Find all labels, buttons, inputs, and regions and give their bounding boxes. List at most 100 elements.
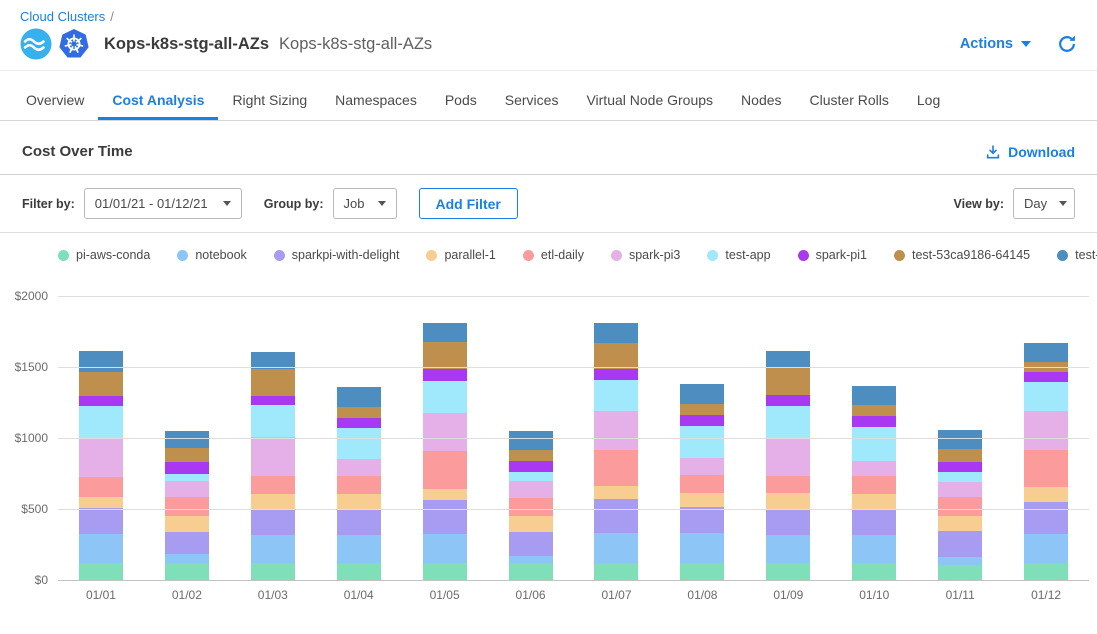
bar-segment-parallel-1[interactable] [766,493,810,510]
bar-segment-test-53ca9186-64145[interactable] [938,449,982,462]
legend-item-test-53ca9186-64145[interactable]: test-53ca9186-64145 [894,248,1030,262]
bar-segment-sparkpi-with-delight[interactable] [79,508,123,534]
bar-segment-test-pkix[interactable] [337,387,381,408]
stacked-bar-01-01[interactable] [79,351,123,581]
bar-segment-test-pkix[interactable] [680,384,724,403]
bar-segment-notebook[interactable] [594,533,638,562]
bar-segment-sparkpi-with-delight[interactable] [337,509,381,535]
bar-segment-parallel-1[interactable] [852,494,896,510]
bar-segment-notebook[interactable] [1024,534,1068,562]
bar-segment-test-pkix[interactable] [1024,343,1068,363]
bar-segment-parallel-1[interactable] [337,494,381,509]
bar-segment-pi-aws-conda[interactable] [1024,563,1068,581]
bar-segment-spark-pi1[interactable] [337,418,381,428]
bar-segment-test-app[interactable] [423,381,467,413]
tab-right-sizing[interactable]: Right Sizing [218,71,321,120]
bar-segment-parallel-1[interactable] [680,493,724,507]
tab-pods[interactable]: Pods [431,71,491,120]
bar-segment-sparkpi-with-delight[interactable] [165,532,209,554]
bar-segment-test-53ca9186-64145[interactable] [766,368,810,395]
bar-segment-test-pkix[interactable] [852,386,896,405]
bar-segment-spark-pi3[interactable] [594,411,638,449]
legend-item-test-app[interactable]: test-app [707,248,770,262]
tab-namespaces[interactable]: Namespaces [321,71,431,120]
bar-segment-test-pkix[interactable] [423,323,467,341]
bar-segment-test-pkix[interactable] [594,323,638,342]
bar-segment-spark-pi1[interactable] [251,396,295,405]
bar-segment-spark-pi1[interactable] [852,416,896,427]
tab-cost-analysis[interactable]: Cost Analysis [98,71,218,120]
stacked-bar-01-06[interactable] [509,431,553,581]
bar-segment-pi-aws-conda[interactable] [251,563,295,581]
bar-segment-parallel-1[interactable] [938,516,982,532]
bar-segment-spark-pi3[interactable] [852,461,896,476]
bar-segment-spark-pi3[interactable] [938,482,982,498]
legend-item-spark-pi1[interactable]: spark-pi1 [798,248,867,262]
bar-segment-sparkpi-with-delight[interactable] [1024,502,1068,534]
bar-segment-parallel-1[interactable] [1024,487,1068,503]
bar-segment-pi-aws-conda[interactable] [165,563,209,581]
bar-segment-spark-pi1[interactable] [680,415,724,426]
breadcrumb-link-cloud-clusters[interactable]: Cloud Clusters [20,9,105,24]
bar-segment-etl-daily[interactable] [680,475,724,493]
view-by-select[interactable]: Day [1013,188,1075,219]
stacked-bar-01-05[interactable] [423,323,467,581]
bar-segment-notebook[interactable] [852,535,896,563]
bar-segment-notebook[interactable] [938,557,982,565]
bar-segment-pi-aws-conda[interactable] [852,563,896,581]
bar-segment-etl-daily[interactable] [79,477,123,496]
bar-segment-notebook[interactable] [766,535,810,563]
bar-segment-spark-pi1[interactable] [509,461,553,472]
add-filter-button[interactable]: Add Filter [419,188,518,219]
bar-segment-test-app[interactable] [337,428,381,459]
bar-segment-spark-pi3[interactable] [509,481,553,498]
legend-item-notebook[interactable]: notebook [177,248,246,262]
bar-segment-etl-daily[interactable] [165,497,209,516]
stacked-bar-01-07[interactable] [594,323,638,581]
bar-segment-sparkpi-with-delight[interactable] [766,510,810,535]
bar-segment-notebook[interactable] [165,554,209,563]
bar-segment-etl-daily[interactable] [1024,450,1068,487]
bar-segment-test-pkix[interactable] [509,431,553,451]
bar-segment-spark-pi3[interactable] [251,437,295,476]
legend-item-parallel-1[interactable]: parallel-1 [426,248,495,262]
bar-segment-etl-daily[interactable] [766,476,810,493]
tab-virtual-node-groups[interactable]: Virtual Node Groups [572,71,727,120]
bar-segment-notebook[interactable] [423,534,467,562]
refresh-icon[interactable] [1057,34,1077,54]
bar-segment-test-app[interactable] [79,406,123,438]
bar-segment-notebook[interactable] [251,535,295,563]
bar-segment-parallel-1[interactable] [509,516,553,532]
bar-segment-test-53ca9186-64145[interactable] [251,369,295,396]
stacked-bar-01-12[interactable] [1024,343,1068,581]
bar-segment-sparkpi-with-delight[interactable] [423,500,467,534]
bar-segment-pi-aws-conda[interactable] [938,565,982,581]
group-by-select[interactable]: Job [333,188,397,219]
bar-segment-spark-pi3[interactable] [79,438,123,478]
bar-segment-spark-pi1[interactable] [594,369,638,380]
bar-segment-spark-pi3[interactable] [337,459,381,476]
stacked-bar-01-02[interactable] [165,431,209,581]
bar-segment-spark-pi1[interactable] [766,395,810,406]
bar-segment-notebook[interactable] [79,534,123,563]
bar-segment-parallel-1[interactable] [251,494,295,510]
tab-overview[interactable]: Overview [12,71,98,120]
bar-segment-etl-daily[interactable] [594,450,638,486]
date-range-select[interactable]: 01/01/21 - 01/12/21 [84,188,242,219]
bar-segment-pi-aws-conda[interactable] [594,563,638,581]
bar-segment-sparkpi-with-delight[interactable] [251,509,295,535]
bar-segment-test-app[interactable] [251,405,295,437]
bar-segment-test-53ca9186-64145[interactable] [680,404,724,415]
stacked-bar-01-11[interactable] [938,430,982,581]
bar-segment-test-pkix[interactable] [938,430,982,449]
bar-segment-test-53ca9186-64145[interactable] [423,342,467,370]
bar-segment-test-app[interactable] [509,472,553,481]
bar-segment-test-app[interactable] [1024,382,1068,412]
tab-nodes[interactable]: Nodes [727,71,795,120]
bar-segment-spark-pi3[interactable] [1024,411,1068,449]
bar-segment-pi-aws-conda[interactable] [680,563,724,581]
bar-segment-etl-daily[interactable] [852,476,896,494]
bar-segment-spark-pi1[interactable] [79,396,123,405]
download-button[interactable]: Download [985,144,1075,160]
bar-segment-test-app[interactable] [594,380,638,411]
